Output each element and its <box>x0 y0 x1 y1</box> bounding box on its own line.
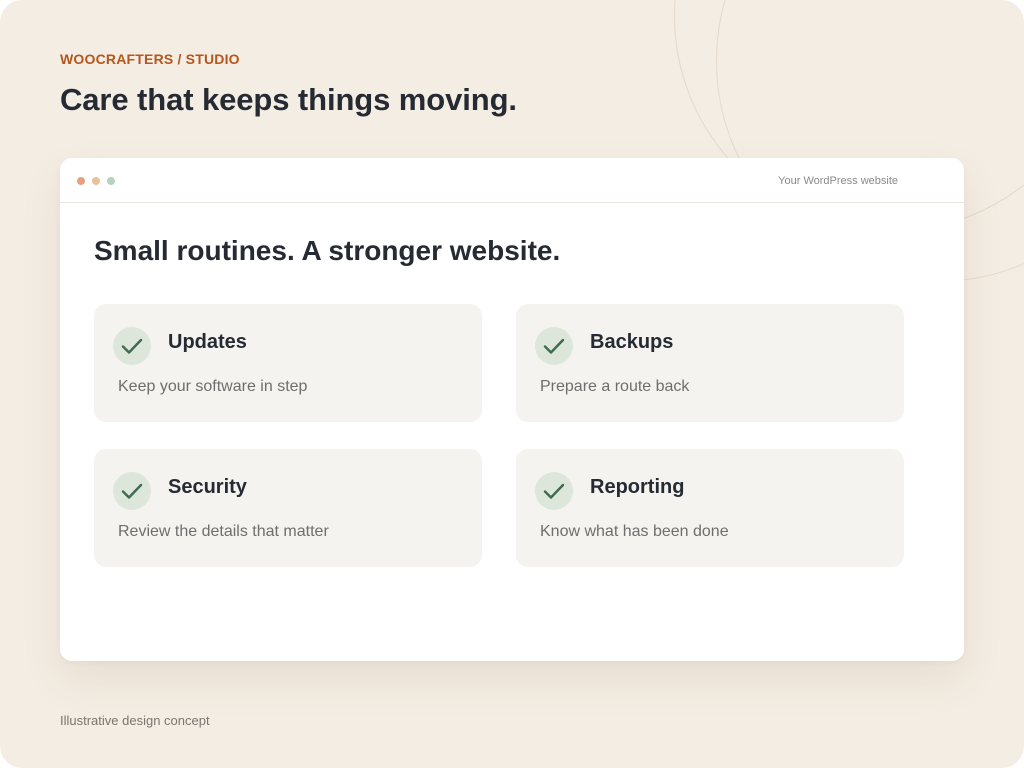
feature-card-reporting: Reporting Know what has been done <box>516 449 904 567</box>
card-title: Reporting <box>590 476 685 498</box>
card-description: Prepare a route back <box>540 378 690 395</box>
footer-note: Illustrative design concept <box>60 713 210 728</box>
check-icon <box>535 472 573 510</box>
window-dot-yellow <box>92 177 100 185</box>
window-dot-green <box>107 177 115 185</box>
feature-card-security: Security Review the details that matter <box>94 449 482 567</box>
window-title: Your WordPress website <box>778 175 898 187</box>
browser-window: Your WordPress website Small routines. A… <box>60 158 964 661</box>
feature-card-updates: Updates Keep your software in step <box>94 304 482 422</box>
content-title: Small routines. A stronger website. <box>94 235 561 266</box>
card-description: Know what has been done <box>540 523 729 540</box>
page-headline: Care that keeps things moving. <box>60 82 517 117</box>
check-icon <box>113 327 151 365</box>
card-description: Review the details that matter <box>118 523 329 540</box>
brand-eyebrow: WOOCRAFTERS / STUDIO <box>60 51 240 67</box>
card-title: Backups <box>590 331 674 353</box>
check-icon <box>535 327 573 365</box>
page-background: WOOCRAFTERS / STUDIO Care that keeps thi… <box>0 0 1024 768</box>
window-title-bar: Your WordPress website <box>60 158 964 203</box>
check-icon <box>113 472 151 510</box>
card-title: Security <box>168 476 247 498</box>
window-dot-red <box>77 177 85 185</box>
card-title: Updates <box>168 331 247 353</box>
card-description: Keep your software in step <box>118 378 308 395</box>
feature-card-backups: Backups Prepare a route back <box>516 304 904 422</box>
